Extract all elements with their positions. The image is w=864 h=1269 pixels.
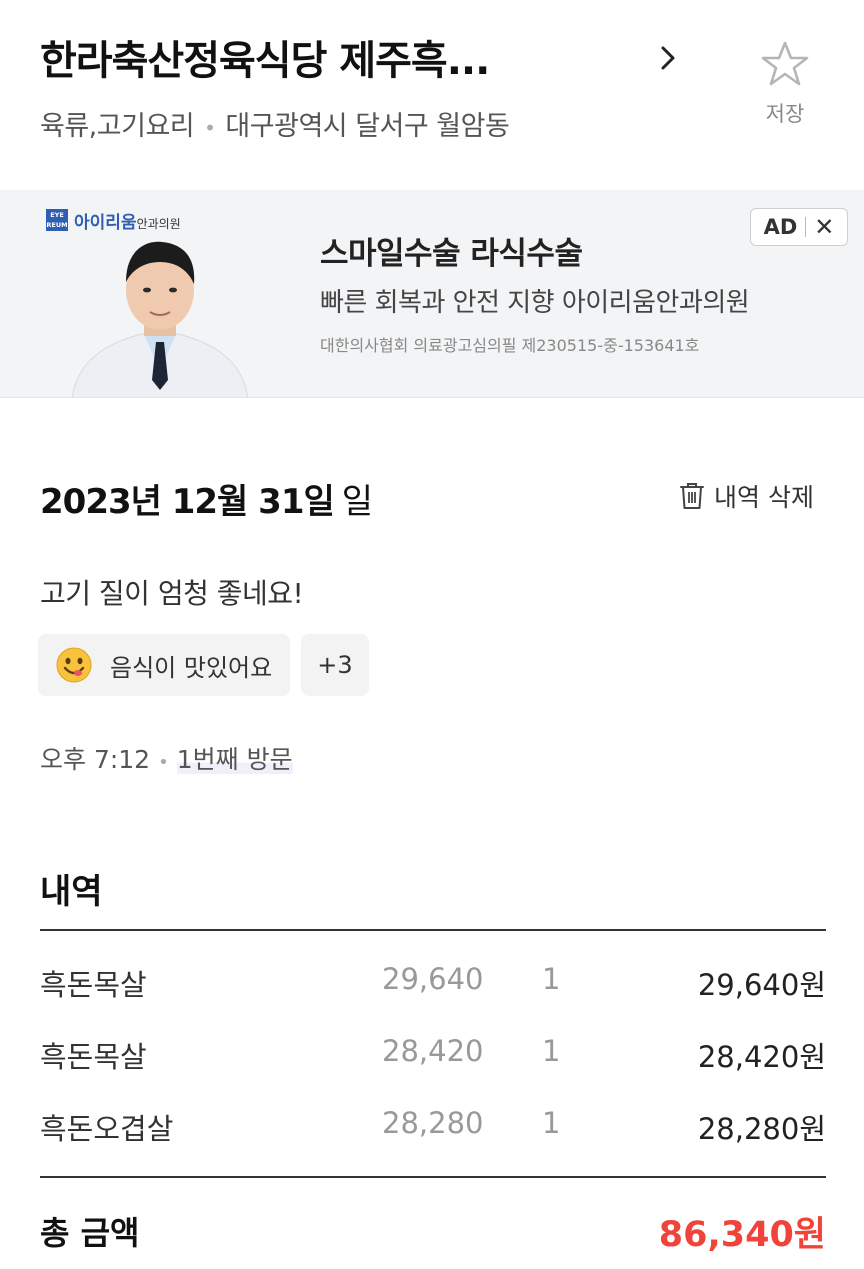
- ad-brand-sub: 안과의원: [136, 216, 181, 231]
- place-title[interactable]: 한라축산정육식당 제주흑...: [40, 28, 490, 86]
- close-icon[interactable]: ✕: [814, 213, 834, 241]
- item-unit-price: 28,280: [382, 1106, 484, 1140]
- receipt-title: 내역: [40, 872, 103, 912]
- item-unit-price: 29,640: [382, 962, 484, 996]
- table-row: 흑돈목살 28,420 1 28,420원: [40, 1034, 826, 1074]
- separator-dot: •: [158, 752, 169, 773]
- visit-date: 2023년 12월 31일 일: [40, 474, 373, 523]
- place-category: 육류,고기요리: [40, 111, 195, 142]
- item-unit-price: 28,420: [382, 1034, 484, 1068]
- item-quantity: 1: [542, 1034, 561, 1068]
- item-name: 흑돈오겹살: [40, 1112, 174, 1146]
- review-tag-label: 음식이 맛있어요: [110, 653, 273, 682]
- visit-time: 오후 7:12: [40, 745, 151, 774]
- ad-subline: 빠른 회복과 안전 지향 아이리움안과의원: [320, 288, 750, 318]
- table-row: 흑돈오겹살 28,280 1 28,280원: [40, 1106, 826, 1146]
- separator-dot: •: [204, 116, 216, 140]
- delete-history-button[interactable]: 내역 삭제: [678, 478, 814, 514]
- more-tags-button[interactable]: +3: [301, 634, 369, 696]
- receipt-divider-top: [40, 929, 826, 931]
- item-quantity: 1: [542, 962, 561, 996]
- total-amount: 86,340원: [658, 1215, 826, 1255]
- item-amount: 28,280원: [697, 1112, 826, 1146]
- doctor-photo: [71, 241, 249, 397]
- ad-badge[interactable]: AD ✕: [750, 208, 848, 246]
- review-tag-chip[interactable]: 음식이 맛있어요: [38, 634, 291, 696]
- ad-label: AD: [763, 215, 798, 239]
- visit-weekday: 일: [341, 482, 373, 522]
- visit-meta: 오후 7:12 • 1번째 방문: [40, 740, 293, 776]
- total-label: 총 금액: [40, 1214, 140, 1252]
- star-outline-icon: [761, 41, 809, 86]
- table-row: 흑돈목살 29,640 1 29,640원: [40, 962, 826, 1002]
- ad-notice: 대한의사협회 의료광고심의필 제230515-중-153641호: [320, 336, 700, 355]
- receipt-divider-bottom: [40, 1176, 826, 1178]
- place-meta: 육류,고기요리 • 대구광역시 달서구 월암동: [40, 104, 510, 143]
- ad-logo: EYE REUM 아이리움안과의원: [46, 208, 181, 233]
- visit-date-text: 2023년 12월 31일: [40, 482, 335, 522]
- review-tags: 음식이 맛있어요 +3: [38, 634, 380, 696]
- chevron-right-icon[interactable]: [652, 40, 684, 76]
- item-name: 흑돈목살: [40, 1040, 147, 1074]
- smiling-face-icon: [56, 647, 92, 683]
- item-name: 흑돈목살: [40, 968, 147, 1002]
- item-amount: 29,640원: [697, 968, 826, 1002]
- place-header: 한라축산정육식당 제주흑... 육류,고기요리 • 대구광역시 달서구 월암동 저장: [0, 0, 864, 190]
- save-label: 저장: [765, 102, 805, 126]
- ad-headline: 스마일수술 라식수술: [320, 236, 583, 272]
- place-address: 대구광역시 달서구 월암동: [225, 111, 510, 142]
- trash-icon: [680, 483, 704, 509]
- review-text: 고기 질이 엄청 좋네요!: [40, 577, 304, 610]
- eye-reum-logo-icon: EYE REUM: [46, 209, 68, 231]
- divider: [805, 217, 807, 237]
- visit-count: 1번째 방문: [176, 745, 293, 774]
- item-quantity: 1: [542, 1106, 561, 1140]
- ad-banner[interactable]: EYE REUM 아이리움안과의원 스마일수술 라식수술 빠른 회복과 안전 지…: [0, 190, 864, 398]
- save-button[interactable]: 저장: [748, 40, 822, 140]
- item-amount: 28,420원: [697, 1040, 826, 1074]
- delete-history-label: 내역 삭제: [714, 483, 814, 512]
